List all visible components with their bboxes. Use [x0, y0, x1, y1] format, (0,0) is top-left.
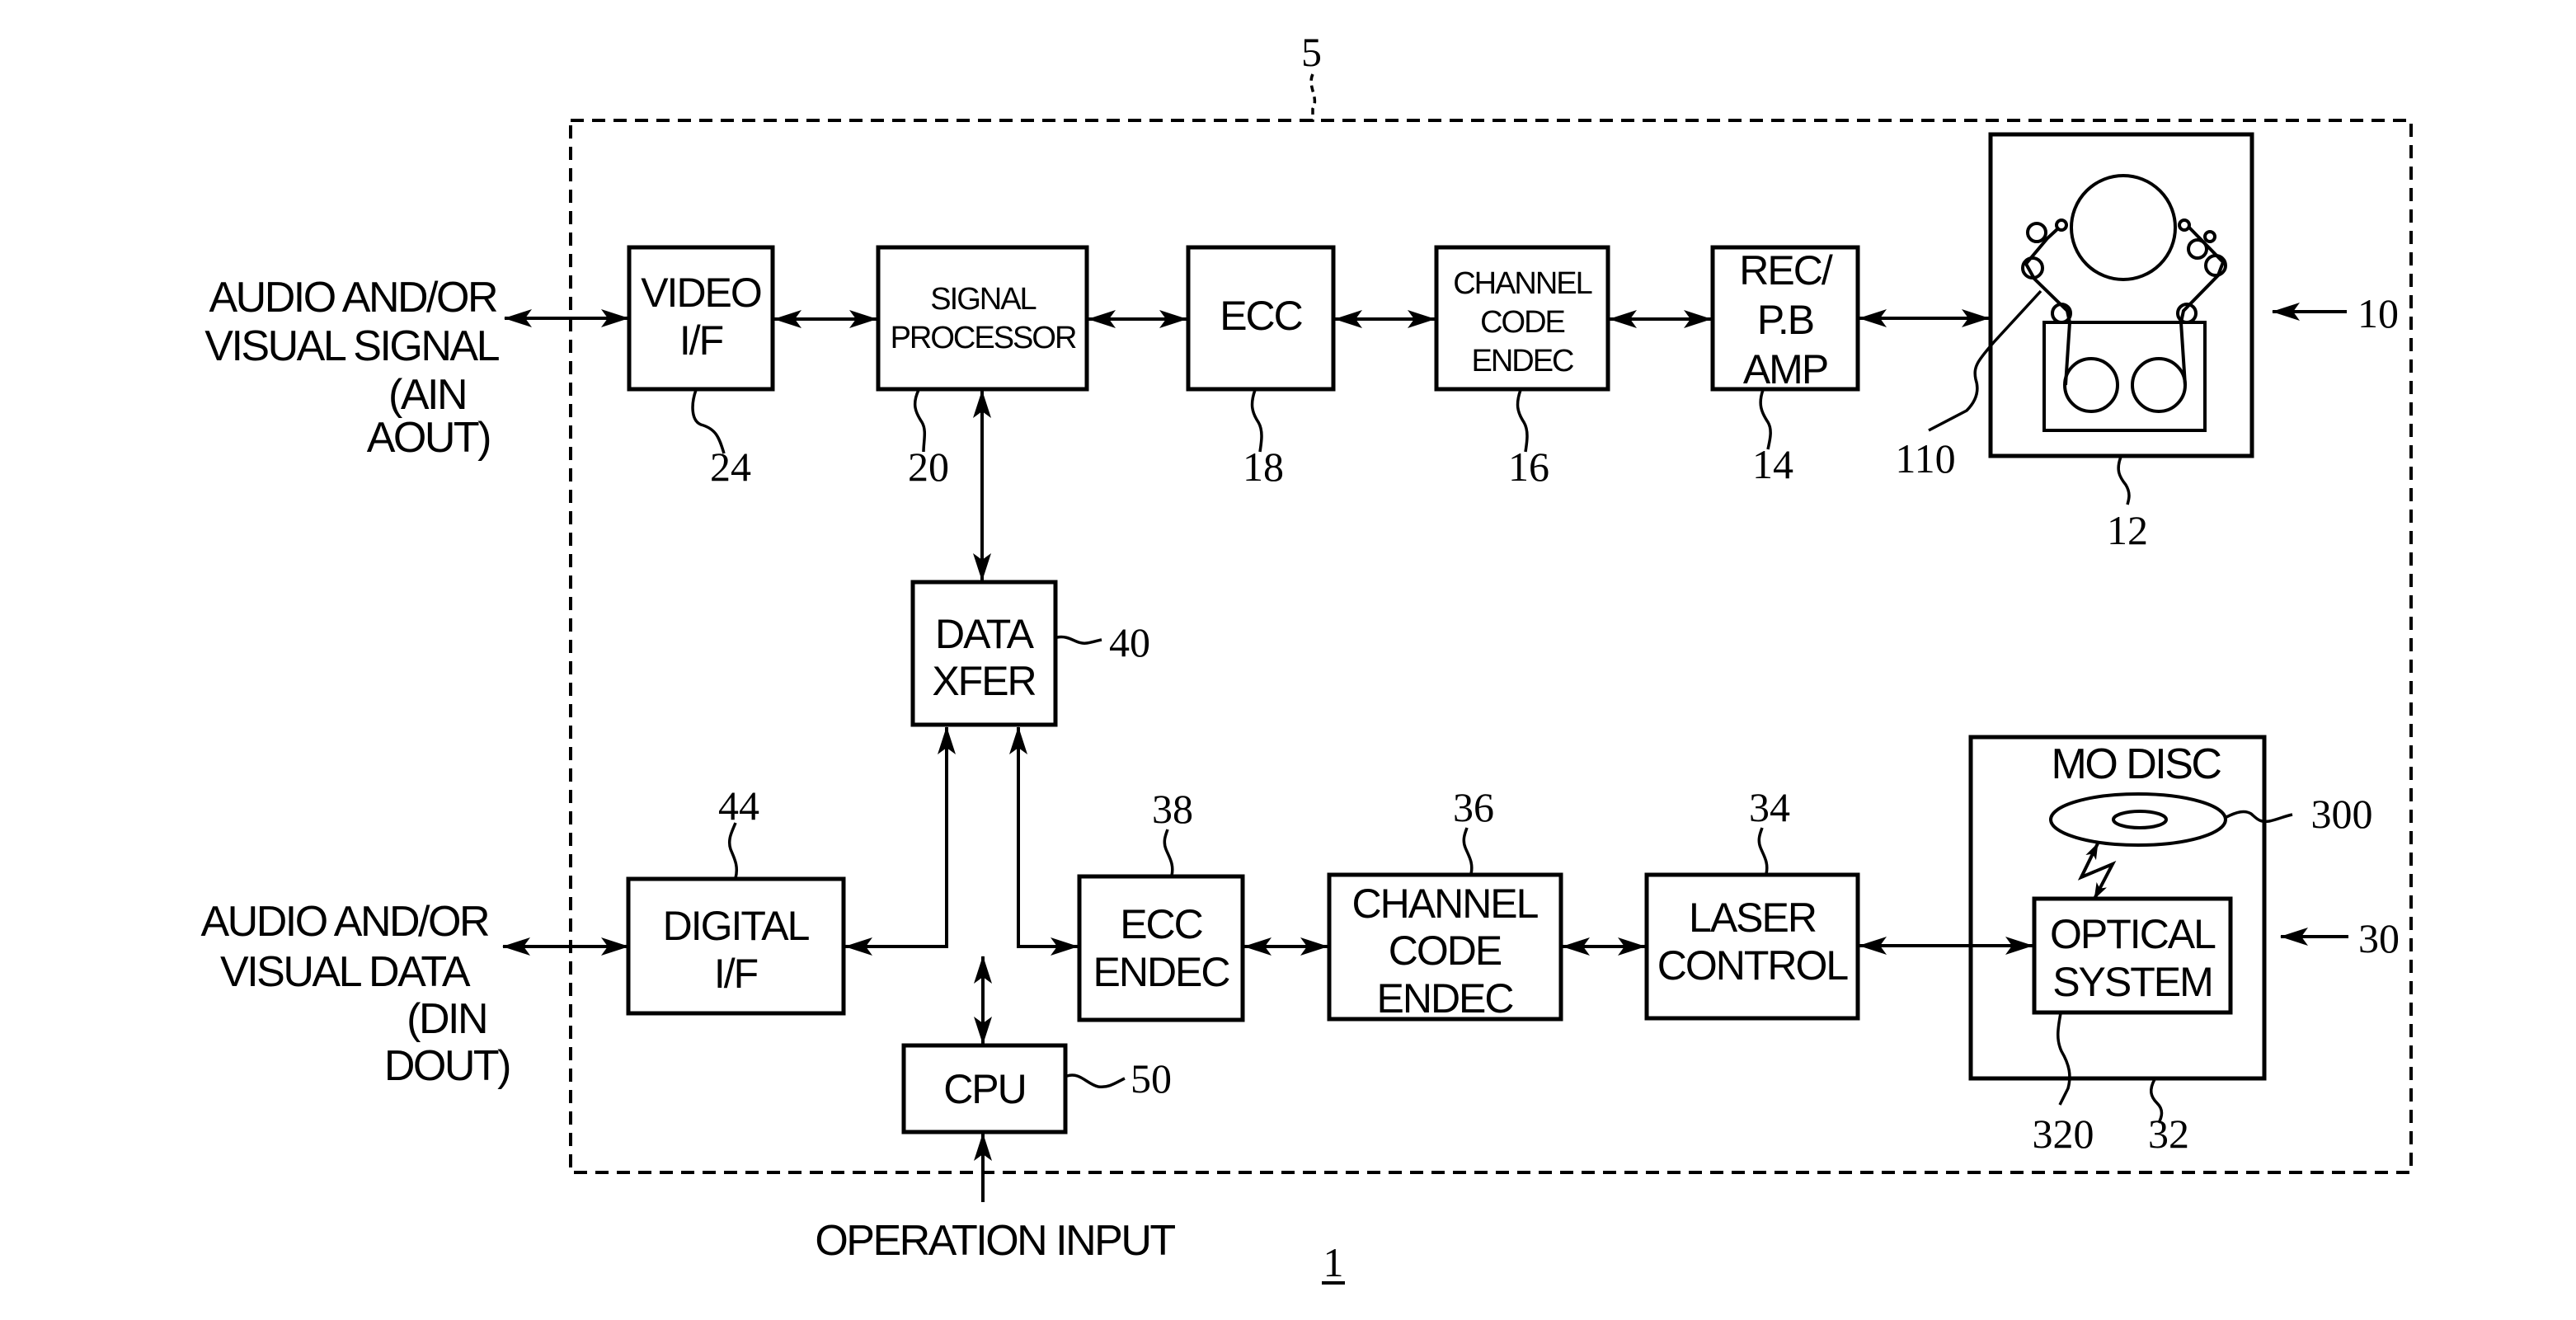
svg-text:XFER: XFER: [932, 658, 1035, 704]
mo-drive-ref: 32: [2148, 1111, 2189, 1157]
svg-text:AUDIO AND/OR: AUDIO AND/OR: [209, 274, 497, 322]
svg-text:ENDEC: ENDEC: [1471, 344, 1573, 378]
analog-io-label: AUDIO AND/OR VISUAL SIGNAL (AIN AOUT): [204, 274, 501, 462]
svg-text:SYSTEM: SYSTEM: [2052, 959, 2212, 1005]
optical-system-ref: 320: [2033, 1111, 2094, 1157]
data-xfer-block: DATA XFER: [910, 580, 1058, 727]
svg-text:VISUAL DATA: VISUAL DATA: [220, 948, 471, 996]
svg-text:DATA: DATA: [935, 611, 1035, 657]
svg-text:PROCESSOR: PROCESSOR: [891, 321, 1076, 355]
svg-text:I/F: I/F: [714, 951, 758, 997]
svg-text:ENDEC: ENDEC: [1376, 975, 1513, 1022]
ecc-endec-ref-leader: [1163, 829, 1174, 876]
optical-system-ref-leader: [2057, 1012, 2071, 1106]
svg-text:AOUT): AOUT): [367, 414, 490, 462]
svg-text:CHANNEL: CHANNEL: [1352, 881, 1539, 927]
figure-number: 1: [1323, 1239, 1344, 1285]
svg-text:ECC: ECC: [1220, 293, 1302, 339]
video-if-ref: 24: [710, 444, 751, 490]
svg-text:REC/: REC/: [1739, 247, 1833, 294]
tape-mech-ref: 12: [2107, 507, 2148, 553]
svg-text:VIDEO: VIDEO: [641, 270, 761, 316]
ecc-ref-leader: [1250, 389, 1263, 453]
svg-text:I/F: I/F: [679, 317, 723, 364]
svg-text:VISUAL SIGNAL: VISUAL SIGNAL: [204, 322, 499, 370]
svg-text:CODE: CODE: [1389, 928, 1502, 974]
digital-if-ref-leader: [727, 822, 739, 879]
svg-text:AUDIO AND/OR: AUDIO AND/OR: [201, 898, 489, 946]
rec-amp-ref: 14: [1752, 441, 1793, 487]
signal-processor-ref-leader: [913, 389, 927, 453]
channel-code-top-ref-leader: [1516, 389, 1529, 453]
channel-code-endec-bottom-block: CHANNEL CODE ENDEC: [1327, 872, 1563, 1022]
svg-text:OPTICAL: OPTICAL: [2050, 911, 2216, 957]
svg-text:AMP: AMP: [1743, 346, 1827, 392]
svg-text:MO DISC: MO DISC: [2052, 740, 2221, 788]
cpu-ref: 50: [1131, 1055, 1172, 1102]
ecc-endec-block: ECC ENDEC: [1077, 874, 1245, 1022]
svg-text:ENDEC: ENDEC: [1093, 949, 1229, 995]
video-if-block: VIDEO I/F: [627, 245, 775, 392]
signal-processor-ref: 20: [908, 444, 949, 490]
mo-disc-icon: [2049, 792, 2227, 847]
ecc-endec-ref: 38: [1152, 786, 1193, 832]
laser-control-block: LASER CONTROL: [1644, 872, 1860, 1021]
data-xfer-ref: 40: [1109, 619, 1150, 665]
tape-unit-ref: 10: [2357, 290, 2399, 336]
digital-if-block: DIGITAL I/F: [626, 876, 846, 1016]
mo-unit-ref: 30: [2358, 915, 2400, 961]
optical-system-block: OPTICAL SYSTEM: [2032, 896, 2233, 1015]
svg-text:ECC: ECC: [1120, 901, 1202, 947]
laser-beam-icon: [2077, 843, 2117, 900]
data-xfer-to-digital-if-arrow: [844, 726, 956, 956]
data-xfer-to-ecc-endec-arrow: [1009, 726, 1079, 956]
laser-control-ref-leader: [1757, 827, 1769, 875]
disc-ref: 300: [2311, 791, 2373, 837]
enclosure-ref-label: 5: [1301, 29, 1322, 75]
ecc-ref: 18: [1243, 444, 1284, 490]
channel-code-top-ref: 16: [1508, 444, 1549, 490]
ecc-block: ECC: [1186, 245, 1336, 392]
channel-code-bottom-ref-leader: [1462, 827, 1474, 875]
operation-input-label: OPERATION INPUT: [815, 1217, 1175, 1265]
svg-text:DOUT): DOUT): [384, 1042, 510, 1090]
svg-text:CODE: CODE: [1480, 305, 1564, 340]
signal-processor-block: SIGNAL PROCESSOR: [876, 245, 1089, 392]
digital-if-ref: 44: [718, 782, 759, 829]
svg-text:CONTROL: CONTROL: [1657, 942, 1849, 989]
cpu-block: CPU: [901, 1043, 1068, 1134]
svg-text:(AIN: (AIN: [388, 371, 466, 419]
digital-io-label: AUDIO AND/OR VISUAL DATA (DIN DOUT): [201, 898, 512, 1090]
svg-text:SIGNAL: SIGNAL: [930, 282, 1036, 317]
svg-text:CPU: CPU: [943, 1066, 1026, 1112]
block-diagram: 5 AUDIO AND/OR VISUAL SIGNAL (AIN AOUT) …: [201, 29, 2413, 1285]
channel-code-bottom-ref: 36: [1453, 784, 1494, 830]
laser-control-ref: 34: [1749, 784, 1790, 830]
svg-text:(DIN: (DIN: [407, 995, 487, 1043]
enclosure-ref-leader: [1309, 73, 1317, 122]
head-ref: 110: [1895, 435, 1955, 481]
tape-mechanism-block: [1988, 132, 2254, 458]
disc-ref-leader: [2226, 810, 2293, 824]
svg-text:P.B: P.B: [1757, 297, 1813, 343]
data-xfer-ref-leader: [1056, 635, 1102, 645]
disc-hub-icon: [2112, 810, 2168, 829]
svg-text:LASER: LASER: [1689, 895, 1816, 941]
cpu-ref-leader: [1066, 1073, 1126, 1089]
channel-code-endec-top-block: CHANNEL CODE ENDEC: [1434, 245, 1610, 392]
svg-text:DIGITAL: DIGITAL: [663, 903, 810, 949]
rec-pb-amp-block: REC/ P.B AMP: [1710, 245, 1860, 392]
tape-mech-ref-leader: [2117, 456, 2131, 505]
svg-text:CHANNEL: CHANNEL: [1453, 266, 1591, 301]
